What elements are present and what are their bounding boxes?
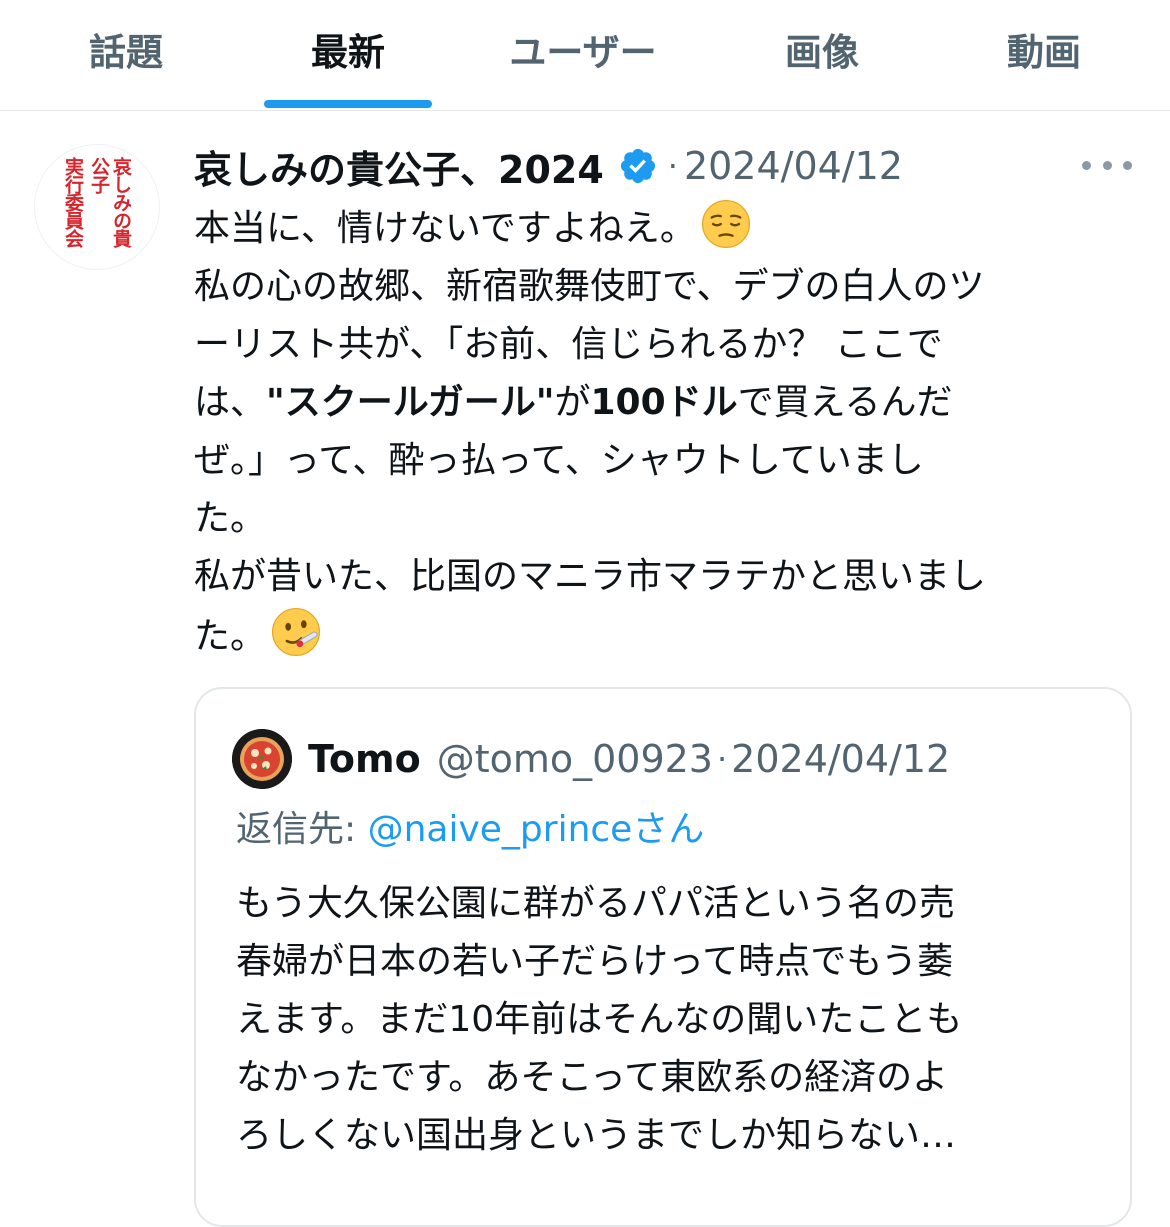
pensive-face-icon	[701, 199, 750, 249]
tab-images[interactable]: 画像	[705, 0, 939, 110]
tab-videos[interactable]: 動画	[927, 0, 1161, 110]
quoted-author-name[interactable]: Tomo	[308, 737, 421, 781]
avatar-stamp-text-2: 実行委員会	[62, 157, 84, 247]
face-with-thermometer-icon	[271, 607, 321, 657]
quoted-line: ろしくない国出身というまでしか知らない…	[236, 1115, 957, 1156]
verified-badge-icon	[620, 148, 655, 184]
search-tabs: 話題 最新 ユーザー 画像 動画	[0, 0, 1170, 111]
quoted-header: Tomo @tomo_00923 · 2024/04/12	[308, 729, 950, 789]
reply-prefix: 返信先:	[236, 809, 368, 850]
reply-suffix[interactable]: さん	[632, 809, 704, 850]
post-date[interactable]: 2024/04/12	[684, 144, 903, 188]
more-options-icon[interactable]	[1082, 150, 1132, 180]
pizza-avatar-icon	[232, 729, 292, 789]
quoted-line: えます。まだ10年前はそんなの聞いたことも	[236, 999, 963, 1040]
post-text: 本当に、情けないですよねえ。 私の心の故郷、新宿歌舞伎町で、デブの白人のツ ーリ…	[194, 198, 1124, 666]
quoted-text: もう大久保公園に群がるパパ活という名の売 春婦が日本の若い子だらけって時点でもう…	[236, 875, 1106, 1165]
post-header: 哀しみの貴公子、2024 · 2024/04/12	[194, 138, 903, 194]
post-line: は、"スクールガール"が100ドルで買えるんだ	[194, 382, 953, 423]
quoted-line: 春婦が日本の若い子だらけって時点でもう萎	[236, 941, 954, 982]
avatar[interactable]: 哀しみの貴公子 実行委員会	[34, 144, 160, 270]
quoted-separator: ·	[717, 740, 728, 778]
post-line: 本当に、情けないですよねえ。	[194, 198, 1124, 258]
avatar-stamp-text-1: 哀しみの貴公子	[88, 157, 132, 247]
post-line: 私の心の故郷、新宿歌舞伎町で、デブの白人のツ	[194, 266, 985, 307]
quoted-author-handle[interactable]: @tomo_00923	[437, 737, 713, 781]
tab-users[interactable]: ユーザー	[466, 0, 700, 110]
post-line: 私が昔いた、比国のマニラ市マラテかと思いまし	[194, 556, 987, 597]
quoted-post[interactable]: Tomo @tomo_00923 · 2024/04/12 返信先: @naiv…	[194, 687, 1132, 1227]
post-line: た。	[194, 498, 267, 539]
avatar-stamp: 哀しみの貴公子 実行委員会	[41, 157, 153, 257]
reply-mention-link[interactable]: @naive_prince	[368, 809, 633, 850]
active-tab-indicator	[264, 100, 432, 108]
header-separator: ·	[667, 147, 678, 185]
quoted-date[interactable]: 2024/04/12	[731, 737, 950, 781]
post-line: ぜ。」って、酔っ払って、シャウトしていまし	[194, 440, 924, 481]
tab-top[interactable]: 話題	[9, 0, 243, 110]
reply-to-line: 返信先: @naive_princeさん	[236, 801, 704, 859]
author-name[interactable]: 哀しみの貴公子、2024	[194, 139, 604, 194]
quoted-line: もう大久保公園に群がるパパ活という名の売	[236, 883, 955, 924]
post-line: ーリスト共が、「お前、信じられるか？ ここで	[194, 324, 943, 365]
tab-latest[interactable]: 最新	[231, 0, 465, 110]
quoted-line: なかったです。あそこって東欧系の経済のよ	[236, 1057, 949, 1098]
post-line: た。	[194, 606, 1124, 666]
quoted-avatar[interactable]	[232, 729, 292, 789]
